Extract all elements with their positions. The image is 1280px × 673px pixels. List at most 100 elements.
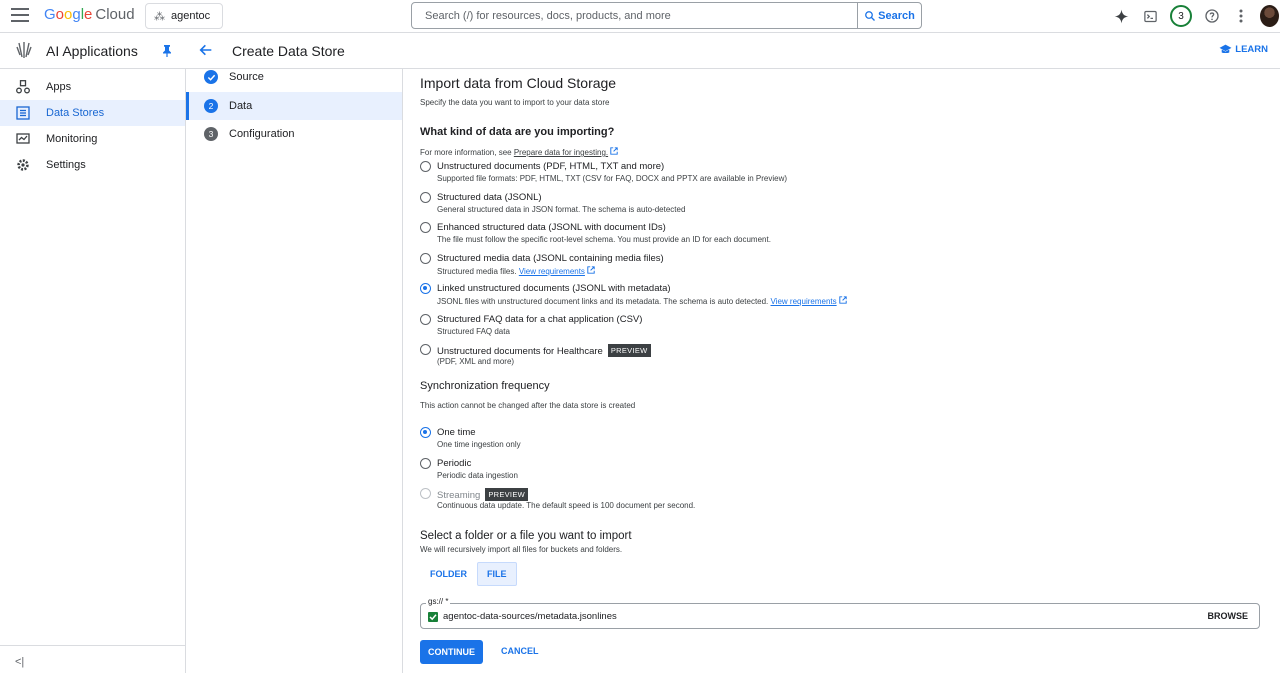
option-description: Structured media files.	[437, 267, 517, 276]
radio-button[interactable]	[420, 222, 431, 233]
external-link-icon[interactable]	[839, 296, 847, 304]
app-title: AI Applications	[46, 43, 138, 59]
step-configuration[interactable]: 3 Configuration	[186, 120, 402, 148]
project-picker[interactable]: ⁂ agentoc	[145, 3, 223, 29]
more-info-prefix: For more information, see	[420, 148, 512, 157]
logo-letter: G	[44, 6, 56, 23]
avatar	[1260, 5, 1279, 27]
step-done-icon	[204, 70, 218, 84]
step-label: Data	[229, 100, 253, 112]
more-options-icon[interactable]	[1231, 6, 1251, 26]
external-link-icon[interactable]	[587, 266, 595, 274]
help-icon[interactable]	[1202, 6, 1222, 26]
settings-icon	[17, 159, 29, 171]
option-description: Continuous data update. The default spee…	[437, 501, 696, 510]
step-label: Source	[229, 71, 264, 83]
option-label: Structured media data (JSONL containing …	[437, 253, 664, 264]
collapse-sidebar-icon[interactable]: <|	[15, 656, 24, 668]
option-description-row: Structured media files. View requirement…	[437, 266, 595, 276]
gcs-path-input[interactable]: agentoc-data-sources/metadata.jsonlines	[443, 611, 617, 622]
option-description: Supported file formats: PDF, HTML, TXT (…	[437, 174, 788, 183]
ai-applications-icon	[16, 42, 32, 58]
option-label: Linked unstructured documents (JSONL wit…	[437, 283, 671, 294]
page-title: Create Data Store	[232, 43, 345, 59]
sidebar-item-data-stores[interactable]: Data Stores	[0, 100, 185, 126]
notifications-badge[interactable]: 3	[1169, 5, 1193, 27]
view-requirements-link[interactable]: View requirements	[771, 297, 837, 306]
radio-button[interactable]	[420, 161, 431, 172]
top-actions: 3	[1102, 4, 1280, 28]
logo-google-text: Google	[44, 6, 92, 23]
learn-button[interactable]: LEARN	[1219, 44, 1268, 55]
option-description-row: JSONL files with unstructured document l…	[437, 296, 847, 306]
valid-check-icon	[428, 612, 438, 622]
notifications-count: 3	[1170, 5, 1192, 27]
radio-button[interactable]	[420, 344, 431, 355]
step-number: 3	[204, 127, 218, 141]
data-stores-icon	[16, 106, 30, 120]
radio-button-disabled	[420, 488, 431, 499]
sidebar-divider	[0, 645, 185, 646]
logo-cloud-text: Cloud	[95, 6, 135, 23]
option-description: The file must follow the specific root-l…	[437, 235, 771, 244]
option-description: JSONL files with unstructured document l…	[437, 297, 769, 306]
monitoring-icon	[16, 133, 30, 144]
source-type-tabs: FOLDER FILE	[420, 562, 517, 586]
gemini-icon[interactable]	[1111, 6, 1131, 26]
sync-note: This action cannot be changed after the …	[420, 401, 636, 410]
radio-button[interactable]	[420, 458, 431, 469]
data-kind-heading: What kind of data are you importing?	[420, 126, 615, 138]
option-label: One time	[437, 427, 476, 438]
external-link-icon[interactable]	[610, 147, 619, 155]
search-button[interactable]: Search	[857, 3, 921, 28]
browse-button[interactable]: BROWSE	[1208, 611, 1249, 621]
main-menu-icon[interactable]	[11, 8, 29, 22]
select-heading: Select a folder or a file you want to im…	[420, 530, 632, 542]
sidebar-item-apps[interactable]: Apps	[0, 74, 185, 100]
search-icon	[865, 10, 876, 21]
option-description: Structured FAQ data	[437, 327, 510, 336]
sync-heading: Synchronization frequency	[420, 380, 550, 392]
project-icon: ⁂	[154, 10, 165, 23]
sidebar-item-monitoring[interactable]: Monitoring	[0, 126, 185, 152]
sidebar-item-label: Data Stores	[46, 107, 105, 119]
view-requirements-link[interactable]: View requirements	[519, 267, 585, 276]
google-cloud-logo[interactable]: Google Cloud	[44, 6, 135, 23]
cancel-button[interactable]: CANCEL	[501, 646, 539, 656]
option-label: Unstructured documents (PDF, HTML, TXT a…	[437, 161, 665, 172]
option-label: Structured FAQ data for a chat applicati…	[437, 314, 643, 325]
tab-folder[interactable]: FOLDER	[420, 562, 477, 586]
cloud-shell-icon[interactable]	[1140, 6, 1160, 26]
stepper: Source 2 Data 3 Configuration	[186, 69, 403, 673]
step-number: 2	[204, 99, 218, 113]
step-label: Configuration	[229, 128, 295, 140]
tab-file[interactable]: FILE	[477, 562, 517, 586]
sidebar-item-label: Apps	[46, 81, 72, 93]
option-label: Streaming	[437, 490, 481, 501]
radio-button-selected[interactable]	[420, 427, 431, 438]
back-arrow-icon[interactable]	[198, 42, 214, 58]
step-source[interactable]: Source	[186, 63, 402, 91]
learn-label: LEARN	[1235, 44, 1268, 55]
radio-button[interactable]	[420, 314, 431, 325]
apps-icon	[16, 80, 30, 94]
sidebar-item-label: Monitoring	[46, 133, 98, 145]
search-input[interactable]: Search (/) for resources, docs, products…	[412, 3, 857, 28]
school-icon	[1219, 44, 1232, 54]
radio-button-selected[interactable]	[420, 283, 431, 294]
pin-icon[interactable]	[162, 45, 172, 57]
option-label-row: Streaming PREVIEW	[437, 488, 529, 501]
gcs-path-field[interactable]: gs:// * agentoc-data-sources/metadata.js…	[420, 597, 1260, 629]
prepare-data-link[interactable]: Prepare data for ingesting.	[514, 148, 608, 157]
radio-button[interactable]	[420, 253, 431, 264]
continue-button[interactable]: CONTINUE	[420, 640, 483, 664]
option-description: One time ingestion only	[437, 440, 521, 449]
search-button-label: Search	[878, 9, 915, 22]
step-data[interactable]: 2 Data	[186, 92, 402, 120]
account-avatar[interactable]	[1260, 5, 1280, 27]
search-bar[interactable]: Search (/) for resources, docs, products…	[411, 2, 922, 29]
sidebar-item-settings[interactable]: Settings	[0, 152, 185, 178]
radio-button[interactable]	[420, 192, 431, 203]
left-sidebar: Apps Data Stores Monitoring Settings <|	[0, 69, 186, 673]
option-description: Periodic data ingestion	[437, 471, 518, 480]
